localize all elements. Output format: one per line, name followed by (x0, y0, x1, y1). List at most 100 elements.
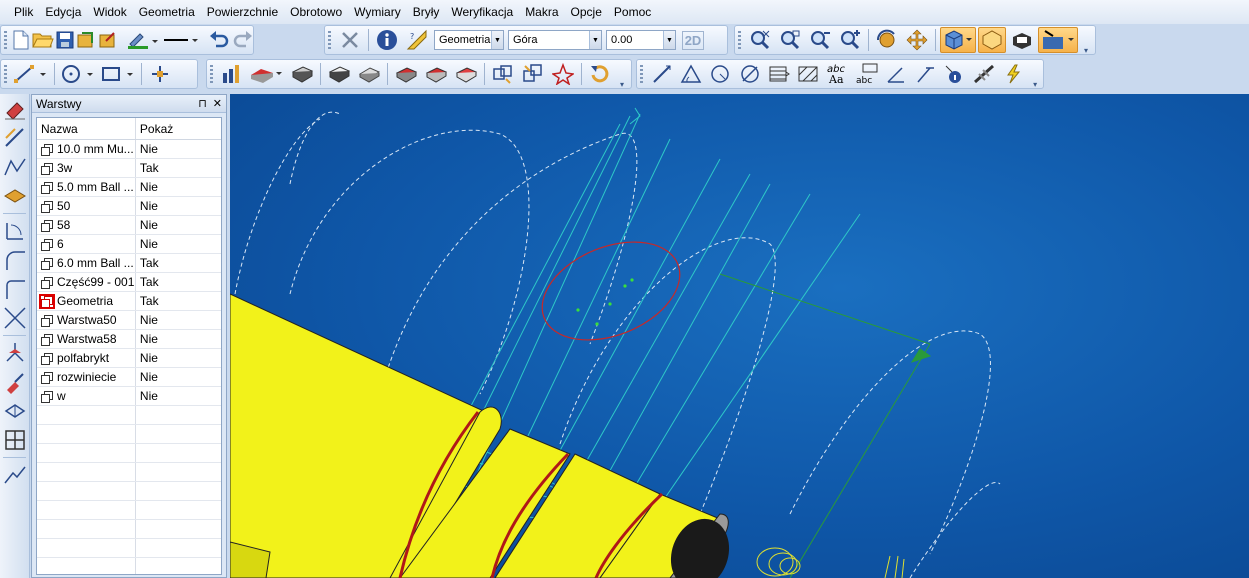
toolbar-overflow-icon[interactable]: ▾ (618, 59, 626, 89)
line-tool-button[interactable] (12, 61, 50, 87)
solids-manager-button[interactable] (218, 61, 246, 87)
layer-show-cell[interactable]: Nie (136, 387, 221, 405)
close-icon[interactable]: ✕ (213, 97, 222, 110)
layer-name-cell[interactable]: 50 (37, 197, 136, 215)
hatch-button[interactable] (795, 61, 822, 87)
rotate-tool-button[interactable] (1, 217, 29, 245)
layer-name-cell[interactable]: rozwiniecie (37, 368, 136, 386)
layer-show-cell[interactable]: Nie (136, 349, 221, 367)
layer-row[interactable]: 5.0 mm Ball ... Nie (37, 178, 221, 197)
layer-name-cell[interactable]: 10.0 mm Mu... (37, 140, 136, 158)
layer-show-cell[interactable]: Tak (136, 254, 221, 272)
intersect-tool-button[interactable] (1, 304, 29, 332)
pin-icon[interactable]: ⊓ (198, 97, 207, 110)
measure-button[interactable]: ? (403, 27, 431, 53)
delete-button[interactable] (336, 27, 364, 53)
layer-name-cell[interactable]: 3w (37, 159, 136, 177)
layer-row[interactable]: w Nie (37, 387, 221, 406)
witness-line-button[interactable] (912, 61, 939, 87)
import-button[interactable] (76, 27, 96, 53)
layer-row[interactable]: Warstwa50 Nie (37, 311, 221, 330)
redo-button[interactable] (232, 27, 254, 53)
layer-name-cell[interactable]: 6.0 mm Ball ... (37, 254, 136, 272)
layer-name-cell[interactable]: 5.0 mm Ball ... (37, 178, 136, 196)
toolbar-overflow-icon[interactable]: ▾ (1082, 25, 1090, 55)
shaded-view-button[interactable] (940, 27, 976, 53)
view-options-button[interactable] (1038, 27, 1078, 53)
surface-tool-button[interactable] (1, 182, 29, 210)
layer-show-cell[interactable]: Nie (136, 311, 221, 329)
view-combo[interactable]: Góra ▼ (508, 30, 602, 50)
pan-view-button[interactable] (903, 27, 931, 53)
layer-row[interactable]: Warstwa58 Nie (37, 330, 221, 349)
layer-show-cell[interactable]: Tak (136, 159, 221, 177)
text-tool-button[interactable]: abc Aa (824, 61, 851, 87)
menu-obrotowo[interactable]: Obrotowo (284, 0, 348, 24)
menu-makra[interactable]: Makra (519, 0, 564, 24)
layer-row[interactable]: Część99 - 001 Tak (37, 273, 221, 292)
zoom-window-button[interactable] (746, 27, 774, 53)
toolbar-overflow-icon[interactable]: ▾ (1031, 59, 1039, 89)
export-button[interactable] (98, 27, 118, 53)
boolean-remove-button[interactable] (519, 61, 547, 87)
wireframe-view-button[interactable] (978, 27, 1006, 53)
menu-widok[interactable]: Widok (87, 0, 132, 24)
leader-button[interactable] (883, 61, 910, 87)
point-tool-button[interactable] (146, 61, 174, 87)
open-file-button[interactable] (32, 27, 54, 53)
layer-show-cell[interactable]: Nie (136, 178, 221, 196)
layer-name-cell[interactable]: w (37, 387, 136, 405)
layer-show-cell[interactable]: Tak (136, 292, 221, 310)
layer-show-cell[interactable]: Nie (136, 235, 221, 253)
layer-name-cell[interactable]: Warstwa50 (37, 311, 136, 329)
analyze-tool-button[interactable] (1, 339, 29, 367)
extrude-button[interactable] (248, 61, 286, 87)
dimension-angle-button[interactable] (677, 61, 704, 87)
mode-2d-button[interactable]: 2D (679, 27, 707, 53)
menu-edycja[interactable]: Edycja (39, 0, 87, 24)
grid-tool-button[interactable] (1, 426, 29, 454)
menu-powierzchnie[interactable]: Powierzchnie (201, 0, 284, 24)
quick-dimension-button[interactable] (1000, 61, 1027, 87)
break-tool-button[interactable] (1, 461, 29, 489)
boolean-add-button[interactable] (489, 61, 517, 87)
color-picker-button[interactable] (126, 27, 160, 53)
layer-show-cell[interactable]: Nie (136, 140, 221, 158)
fillet-button[interactable] (392, 61, 420, 87)
dimension-linear-button[interactable] (648, 61, 675, 87)
layer-row[interactable]: 10.0 mm Mu... Nie (37, 140, 221, 159)
menu-wymiary[interactable]: Wymiary (348, 0, 407, 24)
layer-row[interactable]: rozwiniecie Nie (37, 368, 221, 387)
layer-show-cell[interactable]: Nie (136, 368, 221, 386)
layer-combo[interactable]: Geometria ▼ (434, 30, 504, 50)
arc-tool-button[interactable] (1, 246, 29, 274)
rectangle-tool-button[interactable] (99, 61, 137, 87)
layer-row[interactable]: Geometria Tak (37, 292, 221, 311)
regenerate-button[interactable] (586, 61, 614, 87)
solid-box-button[interactable] (288, 61, 316, 87)
layer-show-cell[interactable]: Nie (136, 216, 221, 234)
wcs-tool-button[interactable] (1, 397, 29, 425)
shell-button[interactable] (325, 61, 353, 87)
depth-combo[interactable]: 0.00 ▼ (606, 30, 676, 50)
rotate-view-button[interactable] (873, 27, 901, 53)
menu-opcje[interactable]: Opcje (565, 0, 608, 24)
layer-name-cell[interactable]: polfabrykt (37, 349, 136, 367)
zoom-in-button[interactable] (836, 27, 864, 53)
new-file-button[interactable] (12, 27, 30, 53)
spline-tool-button[interactable] (1, 153, 29, 181)
layer-row[interactable]: 6.0 mm Ball ... Tak (37, 254, 221, 273)
layer-name-cell[interactable]: Geometria (37, 292, 136, 310)
layer-show-cell[interactable]: Nie (136, 197, 221, 215)
draft-button[interactable] (452, 61, 480, 87)
dimension-diameter-button[interactable] (736, 61, 763, 87)
zoom-out-button[interactable] (806, 27, 834, 53)
chamfer-button[interactable] (422, 61, 450, 87)
dimension-update-button[interactable] (971, 61, 998, 87)
thicken-button[interactable] (355, 61, 383, 87)
layer-row[interactable]: 58 Nie (37, 216, 221, 235)
layer-show-cell[interactable]: Nie (136, 330, 221, 348)
column-header-name[interactable]: Nazwa (37, 118, 136, 139)
menu-bryly[interactable]: Bryły (407, 0, 446, 24)
ordinate-button[interactable] (765, 61, 792, 87)
